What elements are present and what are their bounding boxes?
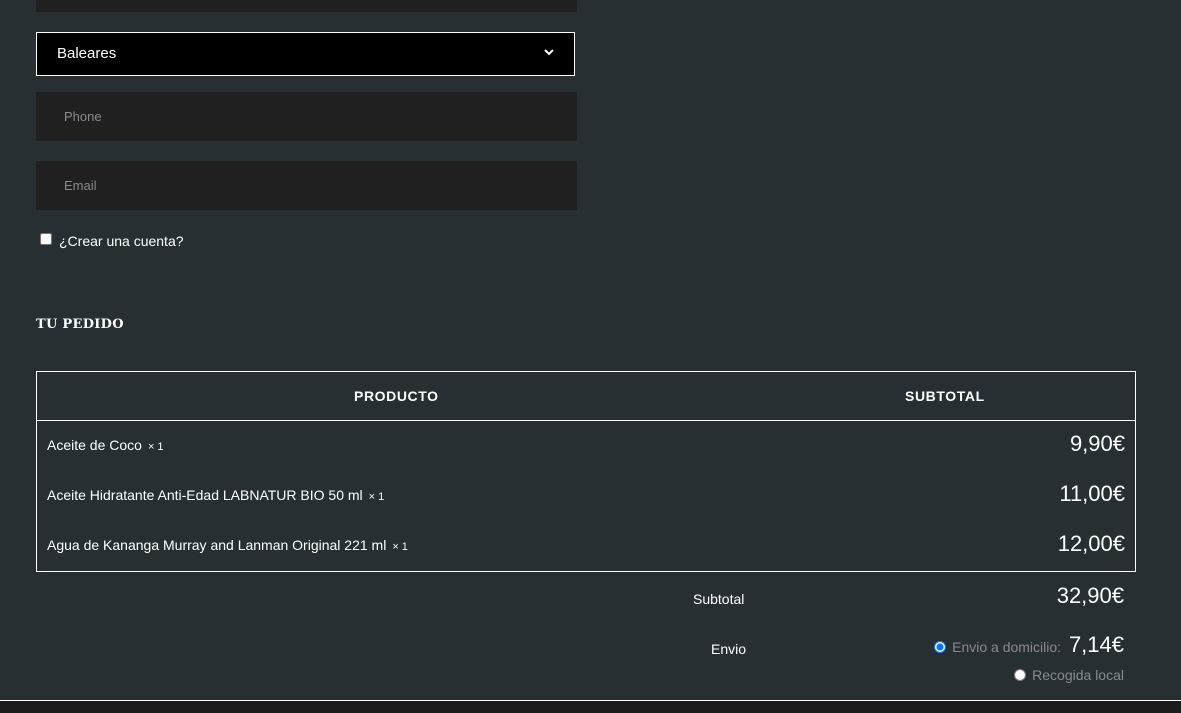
section-divider: [0, 700, 1181, 713]
product-qty: × 1: [147, 441, 164, 453]
shipping-home-radio[interactable]: [934, 641, 947, 654]
subtotal-label: Subtotal: [693, 591, 745, 607]
column-header-product: PRODUCTO: [354, 388, 439, 404]
shipping-pickup-radio[interactable]: [1014, 669, 1027, 682]
previous-field[interactable]: [36, 0, 577, 12]
shipping-pickup-label[interactable]: Recogida local: [1032, 667, 1124, 683]
create-account-checkbox[interactable]: [40, 233, 52, 245]
chevron-down-icon: [544, 49, 554, 56]
create-account-label[interactable]: ¿Crear una cuenta?: [59, 233, 184, 249]
product-name: Aceite de Coco × 1: [47, 437, 164, 453]
product-price: 9,90€: [1069, 431, 1125, 456]
table-row: Agua de Kananga Murray and Lanman Origin…: [37, 521, 1135, 571]
order-title: TU PEDIDO: [36, 317, 124, 332]
column-header-subtotal: SUBTOTAL: [905, 388, 985, 404]
shipping-label: Envio: [711, 641, 747, 657]
subtotal-value: 32,90€: [1056, 583, 1124, 608]
province-select[interactable]: Baleares: [36, 32, 575, 76]
product-qty: × 1: [392, 541, 408, 553]
order-table: PRODUCTO SUBTOTAL Aceite de Coco × 1 9,90…: [36, 371, 1136, 572]
email-field-wrapper: [36, 161, 577, 210]
product-name: Agua de Kananga Murray and Lanman Origin…: [47, 537, 408, 553]
phone-field[interactable]: [36, 92, 577, 141]
product-name: Aceite Hidratante Anti-Edad LABNATUR BIO…: [47, 487, 384, 503]
phone-field-wrapper: [36, 92, 577, 141]
province-select-value: Baleares: [57, 45, 117, 62]
shipping-option-home: Envio a domicilio: 7,14€: [934, 632, 1124, 658]
product-name-text: Aceite de Coco: [47, 437, 142, 453]
email-field[interactable]: [36, 161, 577, 210]
product-price: 12,00€: [1057, 531, 1125, 556]
shipping-home-price: 7,14€: [1068, 632, 1124, 657]
product-qty: × 1: [368, 491, 385, 503]
table-row: Aceite de Coco × 1 9,90€: [37, 421, 1135, 471]
product-name-text: Aceite Hidratante Anti-Edad LABNATUR BIO…: [47, 487, 363, 503]
table-header: PRODUCTO SUBTOTAL: [37, 372, 1135, 421]
table-row: Aceite Hidratante Anti-Edad LABNATUR BIO…: [37, 471, 1135, 521]
shipping-home-label[interactable]: Envio a domicilio:: [952, 639, 1061, 655]
product-price: 11,00€: [1059, 481, 1125, 506]
shipping-option-pickup: Recogida local: [1014, 667, 1124, 683]
product-name-text: Agua de Kananga Murray and Lanman Origin…: [47, 537, 387, 553]
